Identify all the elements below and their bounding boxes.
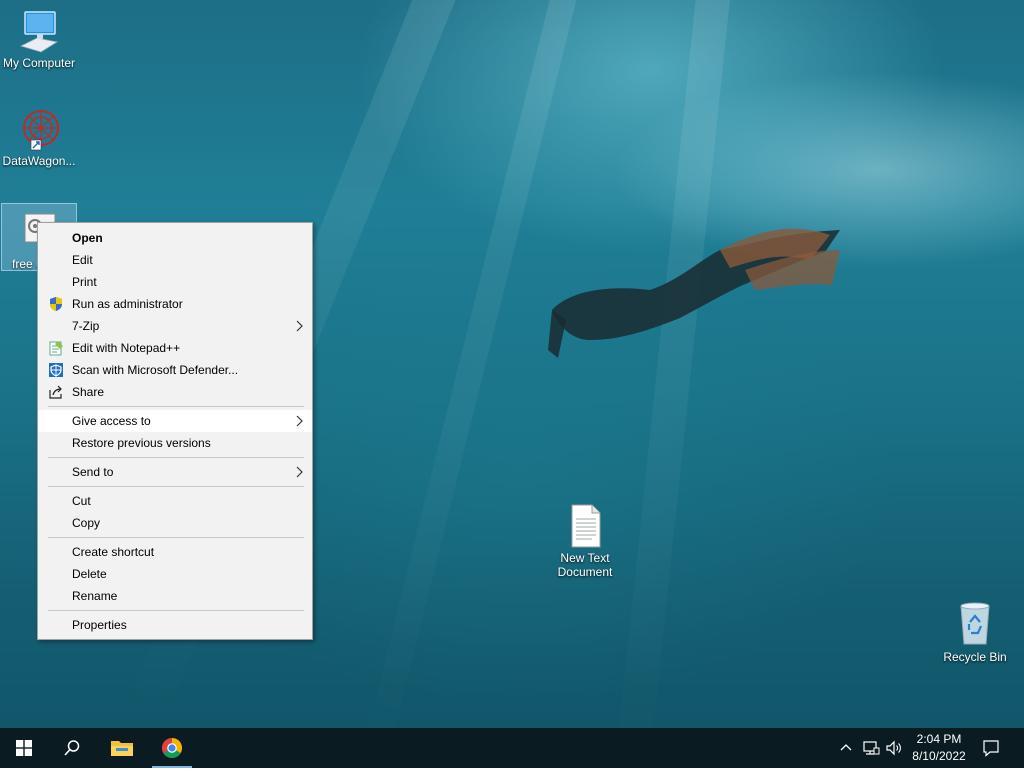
menu-item-share[interactable]: Share [38,381,312,403]
menu-item-open[interactable]: Open [38,227,312,249]
menu-item-label: Cut [72,494,91,508]
menu-item-label: Edit with Notepad++ [72,341,181,355]
menu-item-delete[interactable]: Delete [38,563,312,585]
menu-item-edit[interactable]: Edit [38,249,312,271]
chevron-right-icon [296,466,303,478]
desktop-icon-datawagon[interactable]: DataWagon... [0,106,78,168]
menu-item-label: Run as administrator [72,297,183,311]
diver-silhouette [548,228,840,358]
notepadpp-icon [49,341,63,356]
taskbar-clock[interactable]: 2:04 PM 8/10/2022 [908,731,970,765]
menu-separator [48,610,304,611]
desktop-icon-label: My Computer [2,56,76,70]
menu-item-copy[interactable]: Copy [38,512,312,534]
speaker-icon[interactable] [885,739,903,757]
desktop-icon-my-computer[interactable]: My Computer [0,8,78,70]
recycle-bin-icon [960,602,990,645]
uac-shield-icon [50,297,62,311]
desktop-icon-new-text-document[interactable]: New Text Document [546,503,624,579]
menu-item-cut[interactable]: Cut [38,490,312,512]
chevron-right-icon [296,320,303,332]
menu-item-label: Restore previous versions [72,436,211,450]
menu-item-label: Create shortcut [72,545,155,559]
clock-time: 2:04 PM [916,732,962,746]
menu-item-label: Edit [72,253,93,267]
menu-item-label: Rename [72,589,118,603]
menu-item-restore-previous-versions[interactable]: Restore previous versions [38,432,312,454]
notification-icon[interactable] [982,739,1000,757]
text-document-icon [571,504,601,548]
menu-item-label: Share [72,385,105,399]
chrome-button[interactable] [148,728,196,768]
desktop-icon-recycle-bin[interactable]: Recycle Bin [936,600,1014,664]
start-button[interactable] [0,728,48,768]
menu-item-label: Delete [72,567,107,581]
file-explorer-button[interactable] [98,728,146,768]
menu-item-label: Copy [72,516,101,530]
menu-item-scan-with-defender[interactable]: Scan with Microsoft Defender... [38,359,312,381]
menu-item-label: Send to [72,465,114,479]
chevron-right-icon [296,415,303,427]
datawagon-app-icon [23,110,59,151]
desktop-icon-label: New Text Document [557,551,613,579]
clock-date: 8/10/2022 [912,749,966,763]
folder-icon [111,741,133,756]
menu-item-label: Print [72,275,97,289]
chevron-up-icon[interactable] [840,742,852,754]
menu-separator [48,406,304,407]
menu-item-give-access-to[interactable]: Give access to [38,410,312,432]
taskbar: 2:04 PM 8/10/2022 [0,728,1024,768]
search-icon [64,740,80,756]
menu-item-run-as-administrator[interactable]: Run as administrator [38,293,312,315]
windows-logo-icon [16,740,32,756]
menu-item-label: Properties [72,618,127,632]
menu-item-label: 7-Zip [72,319,100,333]
menu-item-label: Open [72,231,103,245]
menu-item-send-to[interactable]: Send to [38,461,312,483]
computer-icon [19,11,59,53]
menu-item-edit-with-notepadpp[interactable]: Edit with Notepad++ [38,337,312,359]
desktop-icon-label: DataWagon... [2,154,76,168]
menu-item-print[interactable]: Print [38,271,312,293]
menu-separator [48,457,304,458]
desktop-icon-label: Recycle Bin [943,650,1007,664]
menu-separator [48,486,304,487]
chrome-icon [162,738,182,758]
menu-item-create-shortcut[interactable]: Create shortcut [38,541,312,563]
light-ray [614,0,734,777]
search-button[interactable] [48,728,96,768]
defender-icon [49,363,63,377]
context-menu: Open Edit Print Run as administrator 7-Z… [37,222,313,640]
menu-separator [48,537,304,538]
share-icon [49,385,62,399]
menu-item-rename[interactable]: Rename [38,585,312,607]
menu-item-7zip[interactable]: 7-Zip [38,315,312,337]
menu-item-label: Scan with Microsoft Defender... [72,363,239,377]
menu-item-label: Give access to [72,414,151,428]
network-icon[interactable] [862,739,880,757]
menu-item-properties[interactable]: Properties [38,614,312,636]
